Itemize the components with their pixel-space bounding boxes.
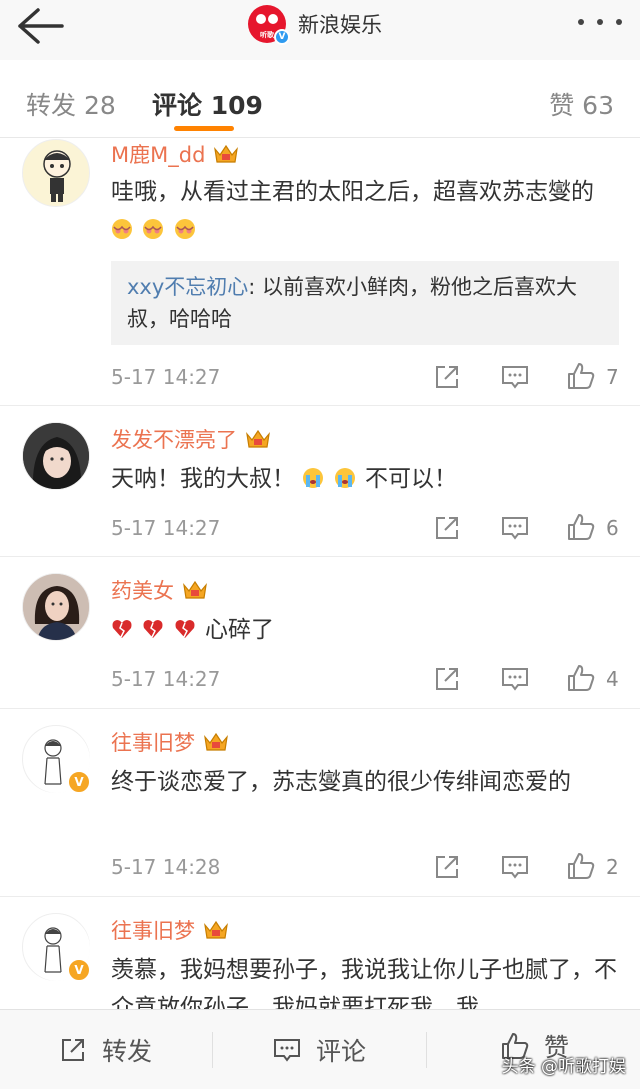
tab-repost[interactable]: 转发 28 [26, 86, 116, 122]
avatar[interactable]: V [22, 913, 91, 982]
tab-like[interactable]: 赞 63 [549, 86, 614, 122]
watermark: 头条 @听歌打娱 [501, 1057, 626, 1077]
comment-button[interactable]: 评论 [272, 1032, 366, 1068]
avatar[interactable] [22, 139, 90, 207]
thumbs-up-icon[interactable] [566, 512, 596, 542]
crown-member-icon [204, 920, 228, 939]
share-icon [62, 1039, 84, 1061]
thumbs-up-icon[interactable] [566, 361, 596, 391]
comment-author-row: 往事旧梦 [111, 915, 229, 945]
comment-time: 5-17 14:27 [111, 365, 221, 389]
comment-author-row: 往事旧梦 [111, 727, 229, 757]
cartoon-avatar-icon [43, 150, 71, 202]
comment-time: 5-17 14:27 [111, 667, 221, 691]
comment-body-tail: 不可以！ [364, 466, 457, 492]
broken-heart-emoji [143, 620, 163, 638]
username[interactable]: 发发不漂亮了 [111, 424, 237, 454]
dot-icon [578, 19, 584, 25]
dot-icon [597, 19, 603, 25]
share-icon[interactable] [432, 362, 462, 392]
comment-author-row: M鹿M_dd [111, 139, 239, 169]
comment-text: 心碎了 [111, 611, 621, 649]
comment-time: 5-17 14:28 [111, 855, 221, 879]
comment-author-row: 发发不漂亮了 [111, 424, 271, 454]
comment-item: 药美女 心碎了 5-17 14:27 4 [0, 557, 640, 709]
back-arrow-icon [18, 8, 64, 44]
comment-body: 天呐！我的大叔！ [111, 466, 295, 492]
shy-face-emoji [174, 219, 195, 239]
tab-bar: 转发 28 评论 109 赞 63 [0, 60, 640, 138]
crown-member-icon [183, 580, 207, 599]
verified-badge-icon: V [274, 29, 290, 45]
thumbs-up-icon[interactable] [566, 851, 596, 881]
comment-text: 天呐！我的大叔！ 不可以！ [111, 460, 621, 498]
comment-body: 哇哦，从看过主君的太阳之后，超喜欢苏志燮的 [111, 179, 594, 205]
comment-item: V 往事旧梦 羡慕，我妈想要孙子，我说我让你儿子也腻了，不介意放你孙子。我妈就要… [0, 897, 640, 1009]
avatar[interactable] [22, 573, 90, 641]
avatar[interactable] [22, 422, 90, 490]
tab-comment[interactable]: 评论 109 [152, 86, 263, 122]
girl-photo-avatar-icon [23, 423, 89, 489]
reply-comment-icon[interactable] [500, 362, 530, 392]
reply-comment-icon[interactable] [500, 852, 530, 882]
share-icon[interactable] [432, 852, 462, 882]
comment-item: V 往事旧梦 终于谈恋爱了，苏志燮真的很少传绯闻恋爱的 5-17 14:28 2 [0, 709, 640, 897]
share-icon[interactable] [432, 513, 462, 543]
verified-badge-icon: V [67, 958, 91, 982]
account-title[interactable]: 听歌 V 新浪娱乐 [248, 4, 382, 45]
verified-badge-icon: V [67, 770, 91, 794]
reply-username[interactable]: xxy不忘初心 [127, 275, 248, 299]
bottom-action-bar: 转发 评论 赞 [0, 1009, 640, 1089]
username[interactable]: 往事旧梦 [111, 727, 195, 757]
shy-face-emoji [143, 219, 164, 239]
comment-author-row: 药美女 [111, 575, 208, 605]
page-title: 新浪娱乐 [298, 13, 382, 37]
like-count: 6 [606, 516, 619, 540]
username[interactable]: 往事旧梦 [111, 915, 195, 945]
comment-body: 心碎了 [204, 617, 274, 643]
woman-photo-avatar-icon [23, 574, 89, 640]
broken-heart-emoji [112, 620, 132, 638]
shy-face-emoji [112, 219, 132, 239]
thumbs-up-icon[interactable] [566, 663, 596, 693]
comment-item: 发发不漂亮了 天呐！我的大叔！ 不可以！ 5-17 14:27 6 [0, 406, 640, 557]
repost-label: 转发 [102, 1037, 153, 1066]
share-icon[interactable] [432, 664, 462, 694]
comment-time: 5-17 14:27 [111, 516, 221, 540]
crying-face-emoji [303, 468, 324, 488]
top-bar: 听歌 V 新浪娱乐 [0, 0, 640, 60]
comment-text: 哇哦，从看过主君的太阳之后，超喜欢苏志燮的 [111, 173, 621, 249]
username[interactable]: 药美女 [111, 575, 174, 605]
like-count: 7 [606, 365, 619, 389]
account-logo-icon: 听歌 V [248, 5, 290, 45]
crown-member-icon [204, 732, 228, 751]
more-options-button[interactable] [578, 10, 622, 34]
broken-heart-emoji [175, 620, 195, 638]
crown-member-icon [214, 144, 239, 163]
like-count: 4 [606, 667, 619, 691]
reply-comment-icon[interactable] [500, 513, 530, 543]
reply-comment-icon[interactable] [500, 664, 530, 694]
like-count: 2 [606, 855, 619, 879]
reply-box[interactable]: xxy不忘初心: 以前喜欢小鲜肉，粉他之后喜欢大叔，哈哈哈 [111, 261, 619, 345]
avatar[interactable]: V [22, 725, 91, 794]
dot-icon [616, 19, 622, 25]
comment-text: 终于谈恋爱了，苏志燮真的很少传绯闻恋爱的 [111, 769, 571, 795]
comment-item: M鹿M_dd 哇哦，从看过主君的太阳之后，超喜欢苏志燮的 xxy不忘初心: 以前… [0, 139, 640, 406]
back-button[interactable] [16, 6, 64, 46]
crown-member-icon [246, 429, 270, 448]
divider [212, 1032, 213, 1068]
active-tab-indicator [174, 126, 234, 131]
comment-label: 评论 [316, 1037, 367, 1066]
repost-button[interactable]: 转发 [58, 1032, 152, 1068]
comment-icon [274, 1039, 300, 1062]
crying-face-emoji [334, 468, 355, 488]
divider [426, 1032, 427, 1068]
comment-text: 羡慕，我妈想要孙子，我说我让你儿子也腻了，不介意放你孙子。我妈就要打死我，我 [111, 957, 617, 1009]
username[interactable]: M鹿M_dd [111, 139, 205, 169]
